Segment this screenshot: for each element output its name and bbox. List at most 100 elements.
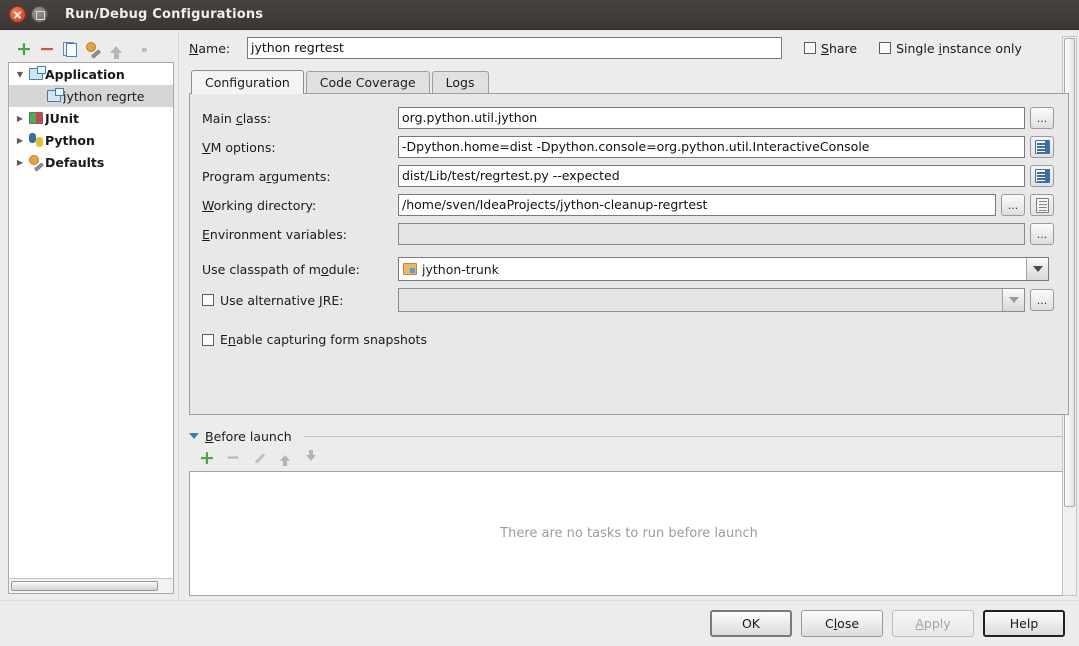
expand-editor-icon	[1035, 169, 1050, 183]
add-task-button[interactable]: +	[197, 448, 217, 468]
empty-state-text: There are no tasks to run before launch	[500, 526, 758, 541]
tab-code-coverage[interactable]: Code Coverage	[306, 71, 430, 93]
configuration-editor-panel: Name: jython regrtest Share Single insta…	[185, 30, 1079, 600]
share-label: Share	[821, 41, 857, 56]
single-instance-checkbox[interactable]: Single instance only	[879, 41, 1022, 56]
tree-item-label: Python	[45, 133, 95, 148]
before-launch-task-list[interactable]: There are no tasks to run before launch	[189, 471, 1069, 596]
chevron-right-icon[interactable]	[13, 136, 27, 145]
chevron-right-icon[interactable]	[13, 114, 27, 123]
ellipsis-icon: ...	[1008, 200, 1019, 211]
tab-logs[interactable]: Logs	[432, 71, 489, 93]
help-button[interactable]: Help	[983, 610, 1065, 637]
enable-form-snapshots-checkbox[interactable]: Enable capturing form snapshots	[202, 332, 1054, 347]
scrollbar-thumb[interactable]	[11, 581, 158, 591]
ok-button[interactable]: OK	[710, 610, 792, 637]
chevron-right-icon[interactable]	[13, 158, 27, 167]
tree-horizontal-scrollbar[interactable]	[8, 578, 174, 594]
move-task-down-button	[301, 448, 321, 468]
checkbox-box[interactable]	[879, 42, 891, 54]
program-arguments-label: Program arguments:	[202, 169, 398, 184]
copy-configuration-button[interactable]	[60, 39, 80, 59]
checkbox-box[interactable]	[202, 334, 214, 346]
close-button[interactable]: Close	[801, 610, 883, 637]
tree-item-application[interactable]: Application	[9, 63, 173, 85]
maximize-icon[interactable]	[31, 6, 48, 23]
expand-program-arguments-button[interactable]	[1030, 165, 1054, 187]
working-directory-row: Working directory: /home/sven/IdeaProjec…	[202, 193, 1054, 217]
module-combobox-value: jython-trunk	[422, 262, 499, 277]
tree-item-python[interactable]: Python	[9, 129, 173, 151]
tree-item-jython-regrtest[interactable]: jython regrte	[9, 85, 173, 107]
close-icon[interactable]	[9, 6, 26, 23]
minus-icon: −	[39, 40, 55, 59]
minus-icon: −	[226, 450, 240, 467]
chevron-down-icon[interactable]	[1002, 289, 1024, 311]
tree-item-label: Application	[45, 67, 125, 82]
before-launch-toolbar: + −	[189, 445, 1069, 471]
browse-working-directory-button[interactable]: ...	[1001, 194, 1025, 216]
vm-options-label: VM options:	[202, 140, 398, 155]
vm-options-input[interactable]: -Dpython.home=dist -Dpython.console=org.…	[398, 136, 1025, 158]
tree-item-junit[interactable]: JUnit	[9, 107, 173, 129]
move-up-button[interactable]	[106, 39, 126, 59]
name-row: Name: jython regrtest Share Single insta…	[189, 36, 1069, 60]
application-icon	[27, 68, 45, 80]
tab-configuration[interactable]: Configuration	[191, 70, 304, 94]
edit-defaults-button[interactable]	[83, 39, 103, 59]
junit-icon	[27, 112, 45, 124]
checkbox-box[interactable]	[804, 42, 816, 54]
alternative-jre-combobox[interactable]	[398, 288, 1025, 312]
alternative-jre-checkbox[interactable]: Use alternative JRE:	[202, 293, 398, 308]
title-bar: Run/Debug Configurations	[0, 0, 1079, 30]
before-launch-title: Before launch	[205, 429, 292, 444]
remove-configuration-button[interactable]: −	[37, 39, 57, 59]
expand-editor-icon	[1035, 140, 1050, 154]
module-combobox[interactable]: jython-trunk	[398, 257, 1049, 281]
chevron-down-icon[interactable]	[189, 433, 199, 439]
edit-environment-variables-button[interactable]: ...	[1030, 223, 1054, 245]
window-title: Run/Debug Configurations	[65, 7, 263, 22]
main-class-row: Main class: org.python.util.jython ...	[202, 106, 1054, 130]
wrench-icon	[27, 155, 45, 169]
working-directory-macros-button[interactable]	[1030, 194, 1054, 216]
separator	[304, 436, 1069, 437]
plus-icon: +	[199, 449, 215, 468]
share-checkbox[interactable]: Share	[804, 41, 857, 56]
configurations-panel: + − » Applic	[0, 30, 178, 600]
checkbox-box[interactable]	[202, 294, 214, 306]
tree-item-defaults[interactable]: Defaults	[9, 151, 173, 173]
dialog-footer: OK Close Apply Help	[0, 600, 1079, 646]
down-arrow-icon	[306, 455, 316, 461]
plus-icon: +	[16, 40, 32, 59]
module-folder-icon	[403, 263, 417, 275]
chevron-down-icon[interactable]	[1026, 258, 1048, 280]
configurations-tree[interactable]: Application jython regrte JUnit Python	[8, 62, 174, 578]
main-class-input[interactable]: org.python.util.jython	[398, 107, 1025, 129]
configuration-tab-panel: Main class: org.python.util.jython ... V…	[189, 93, 1069, 415]
overflow-button[interactable]: »	[141, 43, 147, 56]
main-class-label: Main class:	[202, 111, 398, 126]
dialog-body: + − » Applic	[0, 30, 1079, 600]
browse-alternative-jre-button[interactable]: ...	[1030, 289, 1054, 311]
add-configuration-button[interactable]: +	[14, 39, 34, 59]
working-directory-label: Working directory:	[202, 198, 398, 213]
single-instance-label: Single instance only	[896, 41, 1022, 56]
apply-button: Apply	[892, 610, 974, 637]
wrench-icon	[86, 42, 101, 56]
expand-vm-options-button[interactable]	[1030, 136, 1054, 158]
chevron-down-icon[interactable]	[13, 70, 27, 79]
program-arguments-row: Program arguments: dist/Lib/test/regrtes…	[202, 164, 1054, 188]
working-directory-input[interactable]: /home/sven/IdeaProjects/jython-cleanup-r…	[398, 194, 996, 216]
panel-splitter[interactable]	[178, 30, 185, 600]
use-classpath-of-module-row: Use classpath of module: jython-trunk	[202, 257, 1054, 281]
tree-item-label: JUnit	[45, 111, 79, 126]
environment-variables-input[interactable]	[398, 223, 1025, 245]
program-arguments-input[interactable]: dist/Lib/test/regrtest.py --expected	[398, 165, 1025, 187]
name-input[interactable]: jython regrtest	[247, 37, 782, 59]
copy-icon	[63, 42, 77, 57]
up-arrow-icon	[280, 455, 290, 461]
before-launch-header[interactable]: Before launch	[189, 427, 1069, 445]
browse-main-class-button[interactable]: ...	[1030, 107, 1054, 129]
enable-form-snapshots-label: Enable capturing form snapshots	[220, 332, 427, 347]
